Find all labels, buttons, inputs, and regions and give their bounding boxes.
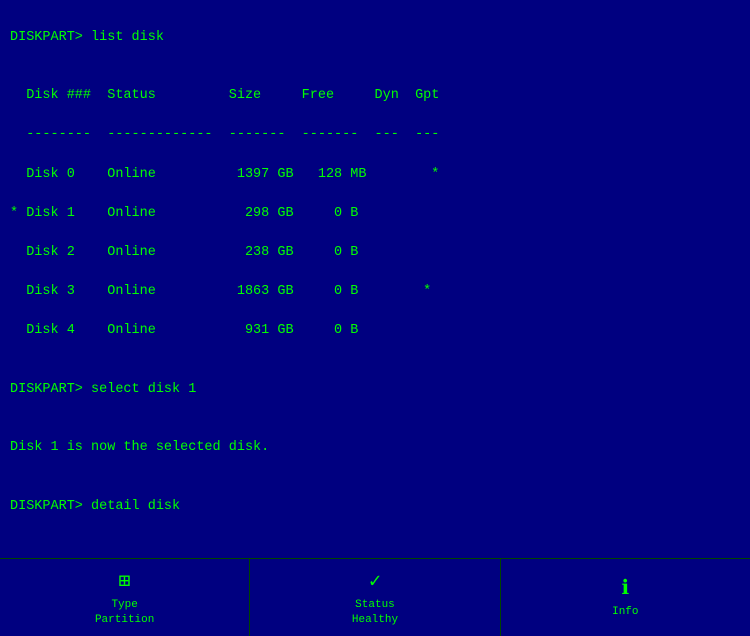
line-separator: -------- ------------- ------- ------- -…	[10, 125, 740, 145]
type-label: TypePartition	[95, 598, 154, 627]
type-section[interactable]: ⊞ TypePartition	[0, 559, 250, 636]
line-diskpart-list: DISKPART> list disk	[10, 28, 740, 48]
type-icon: ⊞	[119, 568, 131, 594]
status-icon: ✓	[369, 568, 381, 594]
line-disk4: Disk 4 Online 931 GB 0 B	[10, 321, 740, 341]
line-disk3: Disk 3 Online 1863 GB 0 B *	[10, 282, 740, 302]
line-detail-cmd: DISKPART> detail disk	[10, 497, 740, 517]
terminal-output: DISKPART> list disk Disk ### Status Size…	[10, 8, 740, 636]
bottom-toolbar: ⊞ TypePartition ✓ StatusHealthy ℹ Info	[0, 558, 750, 636]
line-disk0: Disk 0 Online 1397 GB 128 MB *	[10, 165, 740, 185]
status-label: StatusHealthy	[352, 598, 398, 627]
line-header: Disk ### Status Size Free Dyn Gpt	[10, 86, 740, 106]
line-disk2: Disk 2 Online 238 GB 0 B	[10, 243, 740, 263]
terminal-window: DISKPART> list disk Disk ### Status Size…	[0, 0, 750, 636]
line-select-cmd: DISKPART> select disk 1	[10, 380, 740, 400]
info-label: Info	[612, 605, 638, 619]
line-disk1: * Disk 1 Online 298 GB 0 B	[10, 204, 740, 224]
info-icon: ℹ	[622, 575, 630, 601]
info-section[interactable]: ℹ Info	[501, 559, 750, 636]
line-selected-msg: Disk 1 is now the selected disk.	[10, 438, 740, 458]
status-section[interactable]: ✓ StatusHealthy	[250, 559, 500, 636]
